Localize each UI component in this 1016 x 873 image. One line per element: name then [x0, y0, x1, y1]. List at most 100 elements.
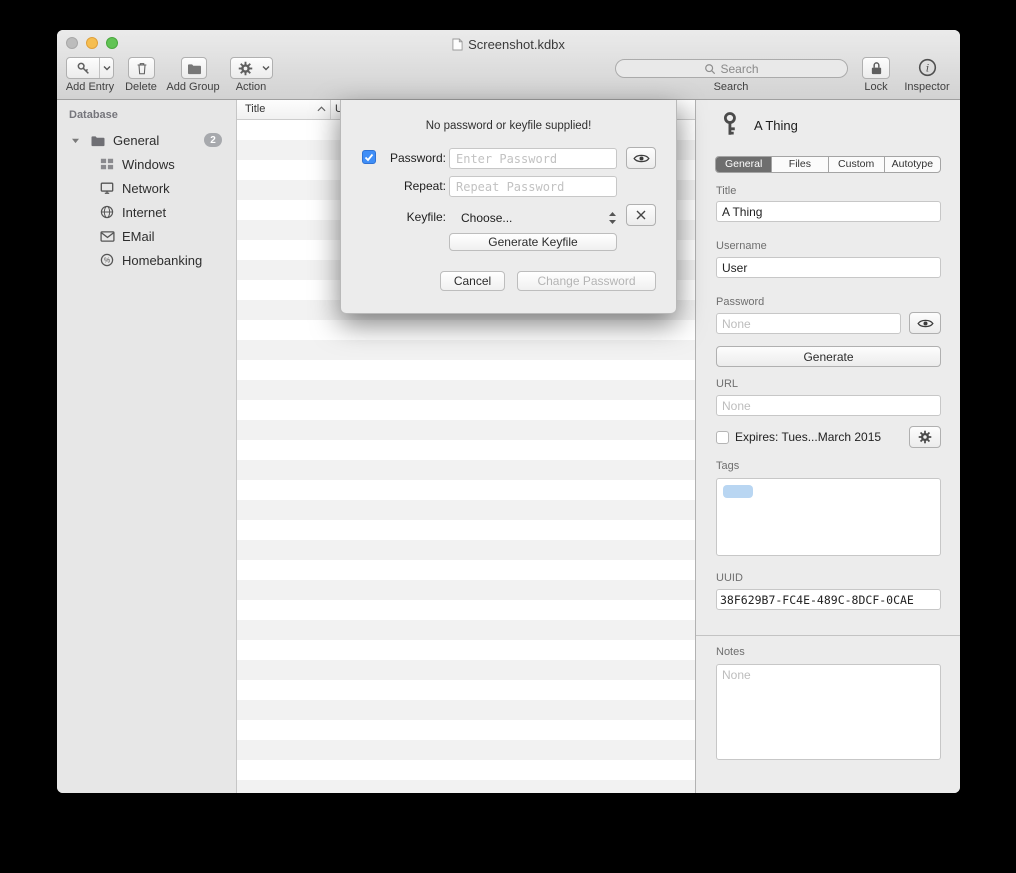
tag-pill[interactable]	[723, 485, 753, 498]
group-count-badge: 2	[204, 133, 222, 147]
close-icon	[635, 209, 647, 221]
sidebar-item-label: Homebanking	[122, 253, 202, 268]
expires-label: Expires: Tues...March 2015	[735, 430, 881, 444]
svg-text:i: i	[926, 63, 929, 75]
gear-icon	[918, 430, 932, 444]
sidebar-header: Database	[69, 109, 118, 121]
inspector-button[interactable]: i	[918, 58, 937, 77]
lock-label: Lock	[864, 81, 887, 93]
tab-files[interactable]: Files	[771, 157, 827, 172]
sidebar-item-label: Windows	[122, 157, 175, 172]
keyfile-label: Keyfile:	[376, 210, 446, 224]
sidebar: Database General 2 Windows Network	[57, 100, 237, 793]
eye-icon	[917, 318, 934, 329]
expires-checkbox[interactable]	[716, 431, 729, 444]
search-icon	[704, 63, 716, 75]
reveal-password-button[interactable]	[909, 312, 941, 334]
inspector-tabs: General Files Custom Autotype	[715, 156, 941, 173]
sidebar-item-label: Internet	[122, 205, 166, 220]
trash-icon	[135, 61, 149, 76]
key-icon	[718, 111, 744, 138]
app-window: Screenshot.kdbx Add Entry Delete Add	[57, 30, 960, 793]
search-input[interactable]: Search	[615, 59, 848, 78]
lock-icon	[870, 61, 883, 76]
tab-general[interactable]: General	[716, 157, 771, 172]
stepper-icon	[608, 211, 617, 225]
document-icon	[452, 38, 463, 51]
envelope-icon	[99, 231, 115, 242]
tab-autotype[interactable]: Autotype	[884, 157, 940, 172]
window-title: Screenshot.kdbx	[468, 37, 565, 52]
notes-label: Notes	[716, 646, 745, 658]
sidebar-item-homebanking[interactable]: % Homebanking	[57, 248, 236, 272]
password-dialog: No password or keyfile supplied! Passwor…	[340, 100, 677, 314]
add-entry-label: Add Entry	[66, 81, 114, 93]
windows-icon	[99, 157, 115, 171]
gear-icon	[231, 61, 260, 76]
repeat-label: Repeat:	[376, 179, 446, 193]
sort-ascending-icon	[317, 106, 326, 112]
cancel-label: Cancel	[454, 274, 491, 288]
chevron-down-icon[interactable]	[260, 65, 272, 71]
column-divider[interactable]	[330, 100, 331, 119]
add-group-button[interactable]	[181, 57, 207, 79]
sidebar-item-windows[interactable]: Windows	[57, 152, 236, 176]
column-header-title[interactable]: Title	[245, 103, 265, 115]
key-plus-icon	[67, 61, 99, 76]
info-icon: i	[918, 58, 937, 77]
add-entry-button[interactable]	[66, 57, 114, 79]
entry-title: A Thing	[754, 118, 798, 133]
search-label: Search	[714, 81, 749, 93]
uuid-label: UUID	[716, 572, 743, 584]
password-label: Password:	[376, 151, 446, 165]
delete-button[interactable]	[128, 57, 155, 79]
tab-custom[interactable]: Custom	[828, 157, 884, 172]
sidebar-item-network[interactable]: Network	[57, 176, 236, 200]
lock-button[interactable]	[862, 57, 890, 79]
inspector-panel: A Thing General Files Custom Autotype Ti…	[695, 100, 960, 793]
expires-settings-button[interactable]	[909, 426, 941, 448]
inspector-label: Inspector	[904, 81, 949, 93]
percent-coin-icon: %	[99, 253, 115, 267]
sidebar-item-email[interactable]: EMail	[57, 224, 236, 248]
cancel-button[interactable]: Cancel	[440, 271, 505, 291]
username-field-label: Username	[716, 240, 767, 252]
expires-row: Expires: Tues...March 2015	[716, 430, 881, 444]
clear-keyfile-button[interactable]	[626, 204, 656, 226]
url-field-label: URL	[716, 378, 738, 390]
change-password-label: Change Password	[537, 274, 635, 288]
change-password-button[interactable]: Change Password	[517, 271, 656, 291]
window-title-area: Screenshot.kdbx	[57, 35, 960, 53]
add-group-label: Add Group	[166, 81, 219, 93]
tags-label: Tags	[716, 460, 739, 472]
sidebar-group-general[interactable]: General 2	[57, 128, 236, 152]
folder-icon	[90, 134, 106, 147]
tags-box[interactable]	[716, 478, 941, 556]
password-field-label: Password	[716, 296, 764, 308]
password-checkbox[interactable]	[362, 150, 376, 164]
title-field-label: Title	[716, 185, 736, 197]
generate-keyfile-button[interactable]: Generate Keyfile	[449, 233, 617, 251]
disclosure-triangle-icon[interactable]	[67, 137, 83, 144]
dialog-repeat-input[interactable]	[449, 176, 617, 197]
sidebar-item-internet[interactable]: Internet	[57, 200, 236, 224]
section-divider	[696, 635, 960, 636]
reveal-dialog-password-button[interactable]	[626, 147, 656, 169]
search-placeholder: Search	[720, 62, 758, 76]
keyfile-popup[interactable]: Choose...	[449, 208, 617, 228]
network-icon	[99, 181, 115, 195]
url-field[interactable]	[716, 395, 941, 416]
password-field[interactable]	[716, 313, 901, 334]
keyfile-value: Choose...	[449, 211, 608, 225]
notes-field[interactable]	[716, 664, 941, 760]
uuid-field[interactable]	[716, 589, 941, 610]
globe-icon	[99, 205, 115, 219]
title-field[interactable]	[716, 201, 941, 222]
action-label: Action	[236, 81, 267, 93]
chevron-down-icon[interactable]	[100, 65, 113, 71]
generate-password-button[interactable]: Generate	[716, 346, 941, 367]
dialog-password-input[interactable]	[449, 148, 617, 169]
username-field[interactable]	[716, 257, 941, 278]
action-button[interactable]	[230, 57, 273, 79]
delete-label: Delete	[125, 81, 157, 93]
